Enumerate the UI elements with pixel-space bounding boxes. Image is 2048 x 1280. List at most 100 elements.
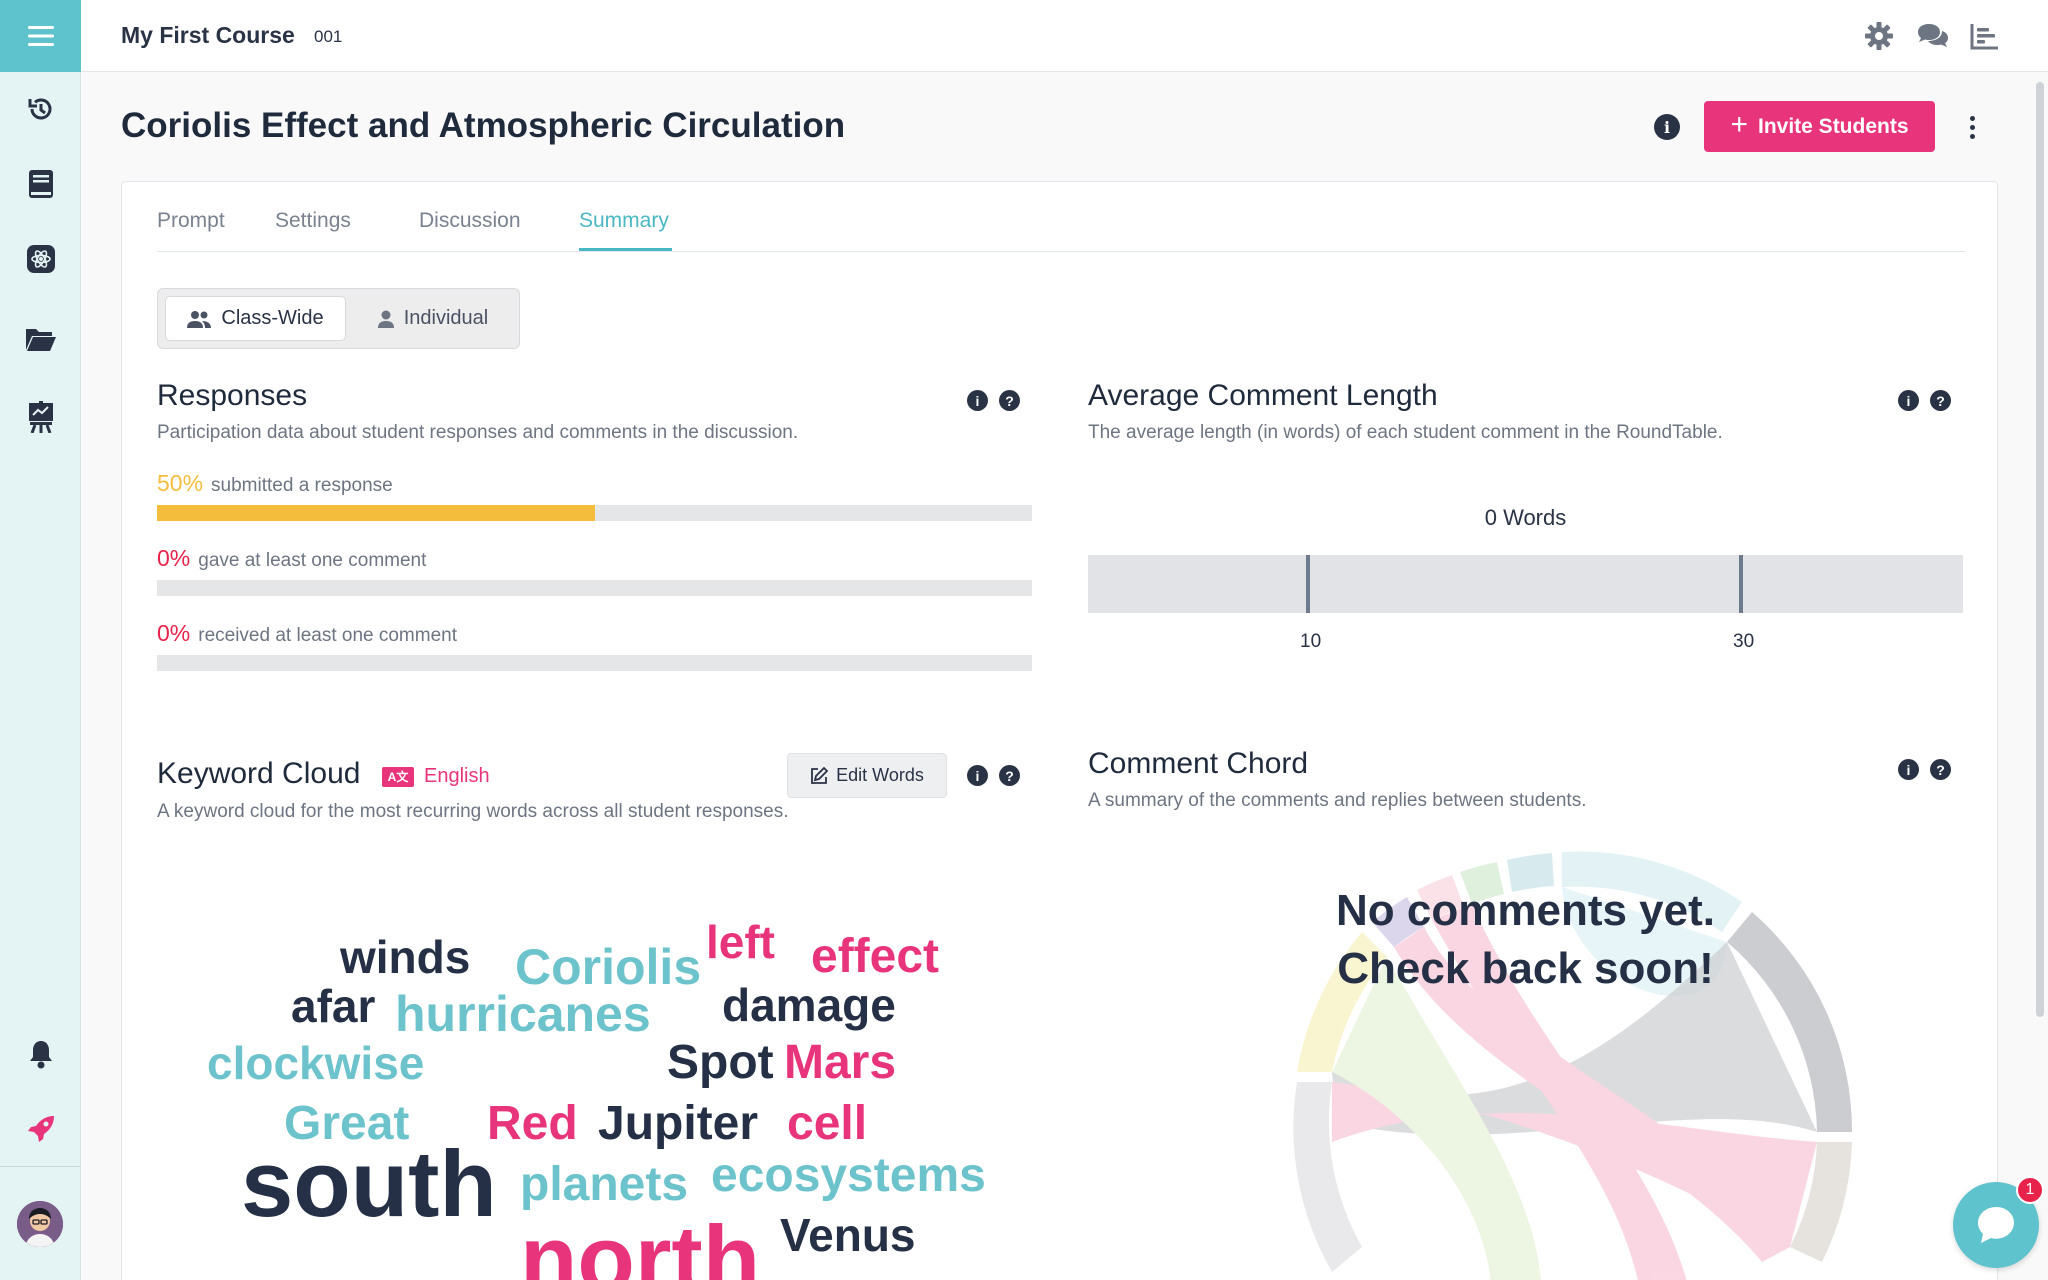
received-comment-progress-bar — [157, 655, 1032, 671]
translate-icon: A文 — [382, 766, 414, 787]
responses-title: Responses — [157, 379, 308, 412]
atom-icon[interactable] — [0, 234, 81, 284]
stat-submitted-label: submitted a response — [211, 475, 393, 496]
keyword: cell — [787, 1097, 868, 1150]
tab-summary[interactable]: Summary — [579, 209, 669, 233]
keyword: planets — [520, 1158, 689, 1211]
invite-students-button[interactable]: + Invite Students — [1704, 101, 1935, 152]
course-title[interactable]: My First Course — [121, 22, 295, 49]
help-icon[interactable]: ? — [1930, 390, 1951, 411]
comment-chord-title: Comment Chord — [1088, 747, 1309, 780]
responses-description: Participation data about student respons… — [157, 422, 799, 443]
users-icon — [187, 310, 212, 328]
summary-card: Prompt Settings Discussion Summary Class… — [121, 181, 1998, 1280]
active-tab-indicator — [579, 248, 672, 251]
tick-30-label: 30 — [1733, 631, 1755, 652]
submitted-progress-bar — [157, 505, 1032, 521]
class-wide-toggle[interactable]: Class-Wide — [165, 296, 346, 341]
keyword: left — [706, 916, 775, 968]
individual-toggle[interactable]: Individual — [353, 296, 513, 341]
page-title: Coriolis Effect and Atmospheric Circulat… — [121, 106, 846, 145]
help-icon[interactable]: ? — [999, 765, 1020, 786]
no-comments-line-2: Check back soon! — [1337, 944, 1714, 993]
keyword: south — [241, 1131, 497, 1236]
help-icon[interactable]: ? — [1930, 759, 1951, 780]
plus-icon: + — [1730, 108, 1748, 141]
rocket-icon[interactable] — [0, 1104, 81, 1154]
stat-received-comment-label: received at least one comment — [198, 625, 457, 646]
bell-icon[interactable] — [0, 1029, 81, 1079]
stat-gave-comment-pct: 0% — [157, 545, 191, 571]
menu-icon[interactable] — [0, 0, 81, 72]
folder-open-icon[interactable] — [0, 314, 81, 364]
user-icon — [377, 310, 394, 328]
edit-words-label: Edit Words — [836, 765, 924, 785]
help-icon[interactable]: ? — [999, 390, 1020, 411]
stat-received-comment-pct: 0% — [157, 620, 191, 646]
info-icon[interactable]: i — [967, 390, 988, 411]
keyword: hurricanes — [395, 986, 651, 1042]
view-toggle: Class-Wide Individual — [157, 288, 520, 349]
keyword: clockwise — [207, 1037, 425, 1089]
keyword: ecosystems — [711, 1149, 986, 1202]
comment-chord-description: A summary of the comments and replies be… — [1088, 790, 1587, 811]
stat-submitted-pct: 50% — [157, 470, 204, 496]
stat-gave-comment-label: gave at least one comment — [198, 550, 427, 571]
no-comments-line-1: No comments yet. — [1336, 886, 1715, 935]
chat-unread-badge: 1 — [2016, 1176, 2044, 1204]
stat-received-comment: 0% received at least one comment — [157, 620, 457, 647]
top-bar: My First Course 001 — [81, 0, 2048, 72]
avg-length-value: 0 Words — [1484, 505, 1567, 530]
avg-length-description: The average length (in words) of each st… — [1088, 422, 1723, 443]
info-icon[interactable]: i — [967, 765, 988, 786]
avg-length-title: Average Comment Length — [1088, 379, 1438, 412]
edit-words-button[interactable]: Edit Words — [787, 753, 947, 798]
tick-10-label: 10 — [1300, 631, 1322, 652]
class-wide-label: Class-Wide — [221, 307, 324, 329]
keyword-cloud-description: A keyword cloud for the most recurring w… — [157, 801, 789, 822]
keyword-cloud-title: Keyword Cloud — [157, 757, 361, 790]
individual-label: Individual — [403, 307, 489, 329]
easel-icon[interactable] — [0, 392, 81, 442]
keyword: Venus — [780, 1209, 916, 1261]
avg-length-track — [1088, 555, 1963, 613]
course-code: 001 — [314, 27, 343, 46]
keyword: Red — [487, 1097, 578, 1150]
gear-icon[interactable] — [1861, 18, 1897, 54]
keyword: Jupiter — [598, 1097, 759, 1150]
keyword: winds — [340, 931, 471, 983]
tick-30-marker — [1739, 555, 1743, 613]
tick-10-marker — [1306, 555, 1310, 613]
stat-submitted: 50% submitted a response — [157, 470, 393, 497]
book-icon[interactable] — [0, 159, 81, 209]
keyword: north — [520, 1206, 761, 1280]
language-selector[interactable]: A文 English — [382, 765, 490, 788]
tab-settings[interactable]: Settings — [275, 209, 351, 233]
keyword: afar — [291, 980, 376, 1032]
page-scrollbar[interactable] — [2036, 82, 2044, 1017]
keyword: Mars — [784, 1036, 897, 1089]
stat-gave-comment: 0% gave at least one comment — [157, 545, 426, 572]
history-icon[interactable] — [0, 84, 81, 134]
tab-prompt[interactable]: Prompt — [157, 209, 225, 233]
keyword: Spot — [667, 1036, 774, 1089]
more-options-icon[interactable] — [1959, 112, 1985, 142]
keyword: damage — [722, 979, 896, 1031]
tab-discussion[interactable]: Discussion — [419, 209, 521, 233]
sidebar — [0, 0, 81, 1280]
tab-bar: Prompt Settings Discussion Summary — [157, 182, 1965, 252]
submitted-progress-fill — [157, 505, 595, 521]
gave-comment-progress-bar — [157, 580, 1032, 596]
keyword: effect — [811, 930, 940, 983]
chat-icon — [1978, 1207, 2014, 1243]
comments-icon[interactable] — [1915, 18, 1951, 54]
no-comments-message: No comments yet. Check back soon! — [1088, 882, 1963, 998]
user-avatar[interactable] — [17, 1201, 63, 1247]
sidebar-divider — [0, 1166, 81, 1167]
info-icon[interactable]: i — [1898, 759, 1919, 780]
chart-icon[interactable] — [1967, 18, 2003, 54]
info-icon[interactable]: i — [1898, 390, 1919, 411]
language-label: English — [424, 765, 490, 787]
info-icon[interactable]: i — [1654, 114, 1680, 140]
keyword: Coriolis — [515, 939, 702, 995]
